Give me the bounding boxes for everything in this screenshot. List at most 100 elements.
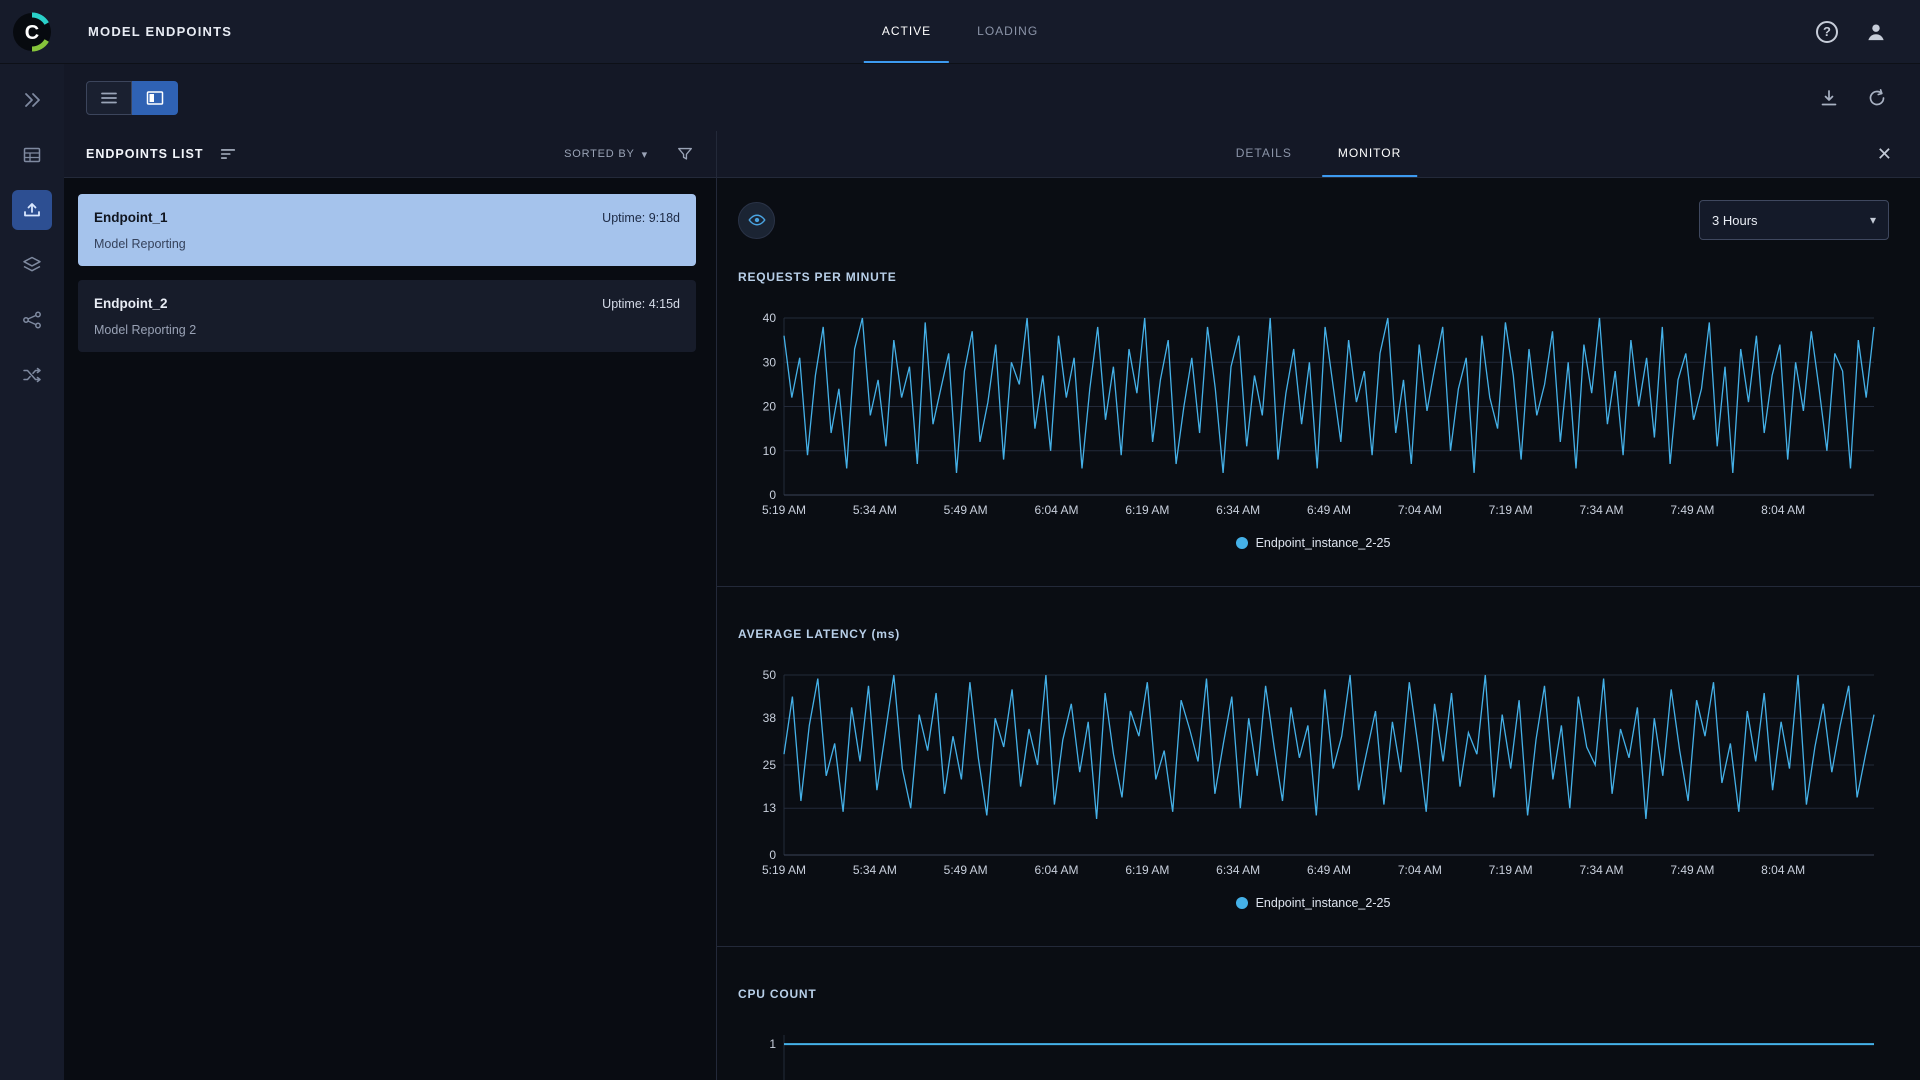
sidebar	[0, 64, 64, 1080]
legend-color-dot	[1235, 897, 1248, 909]
chart-legend[interactable]: Endpoint_instance_2-25	[738, 896, 1888, 910]
tab-monitor[interactable]: MONITOR	[1321, 131, 1418, 177]
cpu-chart[interactable]: 15:19 AM5:34 AM5:49 AM6:04 AM6:19 AM6:34…	[738, 1029, 1920, 1080]
requests-chart-section: REQUESTS PER MINUTE 0 10 20 30 40 5:19 AM 5:34…	[717, 270, 1920, 586]
sidebar-item-datasets[interactable]	[12, 135, 52, 175]
tune-icon	[219, 145, 237, 163]
svg-text:7:49 AM: 7:49 AM	[1670, 863, 1714, 877]
chart-legend[interactable]: Endpoint_instance_2-25	[738, 536, 1888, 550]
svg-text:40: 40	[763, 312, 777, 325]
svg-text:5:49 AM: 5:49 AM	[944, 503, 988, 517]
requests-chart[interactable]: 0 10 20 30 40 5:19 AM 5:34 AM 5:49 AM 6:04 AM 6:1…	[738, 311, 1920, 526]
svg-text:7:34 AM: 7:34 AM	[1579, 863, 1623, 877]
chart-title-requests: REQUESTS PER MINUTE	[738, 270, 897, 284]
topbar-actions: ?	[1816, 20, 1920, 44]
svg-text:5:49 AM: 5:49 AM	[944, 863, 988, 877]
svg-text:7:04 AM: 7:04 AM	[1398, 863, 1442, 877]
chart-title-cpu: CPU COUNT	[738, 987, 817, 1001]
detail-panel-header: DETAILS MONITOR ✕	[717, 131, 1920, 178]
svg-text:6:34 AM: 6:34 AM	[1216, 863, 1260, 877]
user-icon	[1864, 20, 1888, 44]
time-range-select[interactable]: 3 Hours ▾	[1699, 200, 1889, 240]
app-logo[interactable]: C	[0, 12, 64, 52]
svg-text:25: 25	[763, 758, 777, 772]
endpoint-name: Endpoint_2	[94, 296, 168, 311]
svg-text:30: 30	[763, 355, 777, 369]
sorted-by-label: SORTED BY	[564, 148, 635, 160]
cpu-chart-section: CPU COUNT 15:19 AM5:34 AM5:49 AM6:04 AM6…	[717, 946, 1920, 1080]
download-button[interactable]	[1818, 87, 1840, 109]
projects-icon	[21, 89, 43, 111]
svg-text:20: 20	[763, 400, 777, 414]
sidebar-item-model-endpoints[interactable]	[12, 190, 52, 230]
svg-text:5:34 AM: 5:34 AM	[853, 863, 897, 877]
top-header: C MODEL ENDPOINTS ACTIVE LOADING ?	[0, 0, 1920, 64]
close-panel-button[interactable]: ✕	[1871, 143, 1898, 165]
svg-text:C: C	[25, 22, 39, 44]
toggle-visibility-button[interactable]	[738, 201, 775, 239]
svg-text:0: 0	[769, 488, 776, 502]
svg-text:6:19 AM: 6:19 AM	[1125, 863, 1169, 877]
endpoint-model: Model Reporting 2	[94, 323, 197, 337]
split-view-icon	[145, 88, 165, 108]
svg-text:6:49 AM: 6:49 AM	[1307, 863, 1351, 877]
model-endpoints-icon	[21, 199, 43, 221]
toolbar-actions	[1818, 87, 1888, 109]
tab-details[interactable]: DETAILS	[1220, 131, 1308, 177]
svg-text:7:49 AM: 7:49 AM	[1670, 503, 1714, 517]
latency-chart-section: AVERAGE LATENCY (ms) 0 13 25 38 50 5:19 AM 5:3…	[717, 586, 1920, 946]
endpoints-panel-header: ENDPOINTS LIST SORTED BY ▾	[64, 131, 716, 178]
auto-refresh-icon	[1866, 87, 1888, 109]
endpoints-list-title: ENDPOINTS LIST	[86, 147, 204, 161]
endpoint-uptime: Uptime: 9:18d	[602, 211, 680, 225]
svg-text:7:19 AM: 7:19 AM	[1489, 863, 1533, 877]
legend-series-label: Endpoint_instance_2-25	[1255, 536, 1391, 550]
question-icon: ?	[1823, 24, 1831, 39]
endpoint-uptime: Uptime: 4:15d	[602, 297, 680, 311]
endpoint-card-1[interactable]: Endpoint_1 Uptime: 9:18d Model Reporting	[78, 194, 696, 266]
monitor-body: 3 Hours ▾ REQUESTS PER MINUTE 0 10 20 30 40 5…	[717, 178, 1920, 1080]
filter-button[interactable]	[676, 145, 694, 163]
svg-text:10: 10	[763, 444, 777, 458]
time-range-value: 3 Hours	[1712, 212, 1758, 228]
help-button[interactable]: ?	[1816, 20, 1838, 43]
detail-panel: DETAILS MONITOR ✕ 3 Hours ▾ REQUESTS PER…	[717, 131, 1920, 1080]
pipelines-icon	[21, 309, 43, 331]
legend-color-dot	[1235, 537, 1248, 549]
chart-title-latency: AVERAGE LATENCY (ms)	[738, 627, 901, 641]
tab-active[interactable]: ACTIVE	[863, 0, 950, 63]
chevron-down-icon: ▾	[641, 148, 648, 161]
table-view-button[interactable]	[86, 80, 132, 115]
table-view-icon	[99, 88, 119, 108]
svg-text:5:34 AM: 5:34 AM	[853, 503, 897, 517]
svg-text:7:19 AM: 7:19 AM	[1489, 503, 1533, 517]
workers-icon	[21, 364, 43, 386]
endpoint-name: Endpoint_1	[94, 210, 168, 225]
sidebar-item-pipelines[interactable]	[12, 300, 52, 340]
svg-text:6:49 AM: 6:49 AM	[1307, 503, 1351, 517]
detail-tabs: DETAILS MONITOR	[1220, 131, 1418, 177]
tab-loading[interactable]: LOADING	[959, 0, 1056, 63]
svg-text:6:34 AM: 6:34 AM	[1216, 503, 1260, 517]
svg-text:6:19 AM: 6:19 AM	[1125, 503, 1169, 517]
layers-icon	[21, 254, 43, 276]
avatar-button[interactable]	[1864, 20, 1888, 44]
tune-button[interactable]	[219, 145, 237, 163]
sidebar-item-projects[interactable]	[12, 80, 52, 120]
toolbar	[64, 64, 1920, 131]
endpoint-model: Model Reporting	[94, 237, 186, 251]
svg-text:6:04 AM: 6:04 AM	[1034, 863, 1078, 877]
split-view-button[interactable]	[132, 80, 178, 115]
sidebar-item-models[interactable]	[12, 245, 52, 285]
legend-series-label: Endpoint_instance_2-25	[1255, 896, 1391, 910]
auto-refresh-button[interactable]	[1866, 87, 1888, 109]
svg-text:50: 50	[763, 669, 777, 682]
sidebar-item-workers[interactable]	[12, 355, 52, 395]
latency-chart[interactable]: 0 13 25 38 50 5:19 AM 5:34 AM 5:49 AM 6:04 AM 6:1…	[738, 668, 1920, 886]
svg-text:8:04 AM: 8:04 AM	[1761, 863, 1805, 877]
endpoint-card-2[interactable]: Endpoint_2 Uptime: 4:15d Model Reporting…	[78, 280, 696, 352]
svg-text:7:34 AM: 7:34 AM	[1579, 503, 1623, 517]
svg-text:0: 0	[769, 848, 776, 862]
clearml-logo-icon: C	[13, 12, 51, 51]
sorted-by-dropdown[interactable]: SORTED BY ▾	[564, 148, 648, 161]
